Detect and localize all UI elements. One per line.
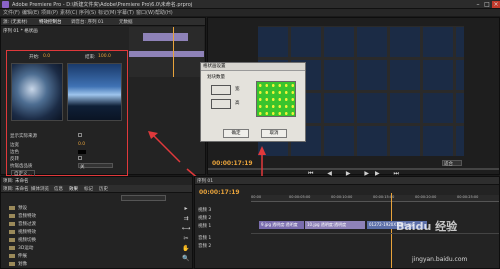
track-select-tool-icon[interactable]: ⇉ <box>181 215 191 223</box>
timeline-tabs: 序列 01 <box>195 177 499 185</box>
ruler-tick-label: 00:00:10:00 <box>331 195 353 199</box>
folder-icon <box>9 229 15 234</box>
tab-sequence[interactable]: 序列 01 <box>197 178 213 184</box>
list-item[interactable]: 视频切换 <box>9 237 69 245</box>
project-panel: 项目: 未命名 项目: 未命名 媒体浏览 信息 效果 标记 历史 预设 音频特效… <box>0 176 193 269</box>
tab-media-browser[interactable]: 媒体浏览 <box>31 186 49 192</box>
hand-tool-icon[interactable]: ✋ <box>181 245 191 253</box>
ruler-tick-label: 00:00 <box>251 195 262 199</box>
list-item[interactable]: 音频过渡 <box>9 221 69 229</box>
tab-markers[interactable]: 标记 <box>84 186 93 192</box>
project-tabs: 项目: 未命名 媒体浏览 信息 效果 标记 历史 <box>1 185 192 193</box>
tab-info[interactable]: 信息 <box>54 186 63 192</box>
track-label: 视频 3 <box>198 208 212 213</box>
track-label: 视频 1 <box>198 224 212 229</box>
ruler-tick-label: 00:00:05:00 <box>289 195 311 199</box>
list-item[interactable]: 伸展 <box>9 253 69 261</box>
track-label: 音频 2 <box>198 244 212 249</box>
list-item[interactable]: 音频特效 <box>9 213 69 221</box>
ripple-edit-tool-icon[interactable]: ⟷ <box>181 225 191 233</box>
playhead-line[interactable] <box>391 193 392 268</box>
track-divider <box>251 233 499 234</box>
folder-icon <box>9 237 15 242</box>
tab-project[interactable]: 项目: 未命名 <box>3 186 28 192</box>
baidu-watermark: Baidu 经验 <box>396 220 458 233</box>
project-title: 项目: 未命名 <box>3 179 29 184</box>
folder-icon <box>9 245 15 250</box>
razor-tool-icon[interactable]: ✂ <box>181 235 191 243</box>
folder-icon <box>9 261 15 266</box>
timeline-timecode[interactable]: 00:00:17:19 <box>199 189 240 196</box>
list-item[interactable]: 视频特效 <box>9 229 69 237</box>
folder-icon <box>9 253 15 258</box>
list-item[interactable]: 划像 <box>9 261 69 269</box>
folder-icon <box>9 213 15 218</box>
ruler-tick-label: 00:00:25:00 <box>457 195 479 199</box>
timeline-clip[interactable]: 10.jpg 透明度:透明度 <box>305 221 365 229</box>
list-item[interactable]: 预设 <box>9 205 69 213</box>
timeline-clip[interactable]: 9.jpg 透明度:透明度 <box>259 221 304 229</box>
folder-icon <box>9 221 15 226</box>
folder-icon <box>9 205 15 210</box>
arrow-head-icon <box>258 146 266 155</box>
time-ruler[interactable]: 00:00 00:00:05:00 00:00:10:00 00:00:15:0… <box>251 195 499 202</box>
search-input[interactable] <box>121 195 166 201</box>
watermark-url: jingyan.baidu.com <box>412 256 468 263</box>
ruler-tick-label: 00:00:20:00 <box>415 195 437 199</box>
track-label: 音频 1 <box>198 236 212 241</box>
tab-effects[interactable]: 效果 <box>69 186 78 192</box>
zoom-tool-icon[interactable]: 🔍 <box>181 255 191 263</box>
tab-history[interactable]: 历史 <box>99 186 108 192</box>
list-item[interactable]: 3D运动 <box>9 245 69 253</box>
track-label: 视频 2 <box>198 216 212 221</box>
selection-tool-icon[interactable]: ▸ <box>181 205 191 213</box>
